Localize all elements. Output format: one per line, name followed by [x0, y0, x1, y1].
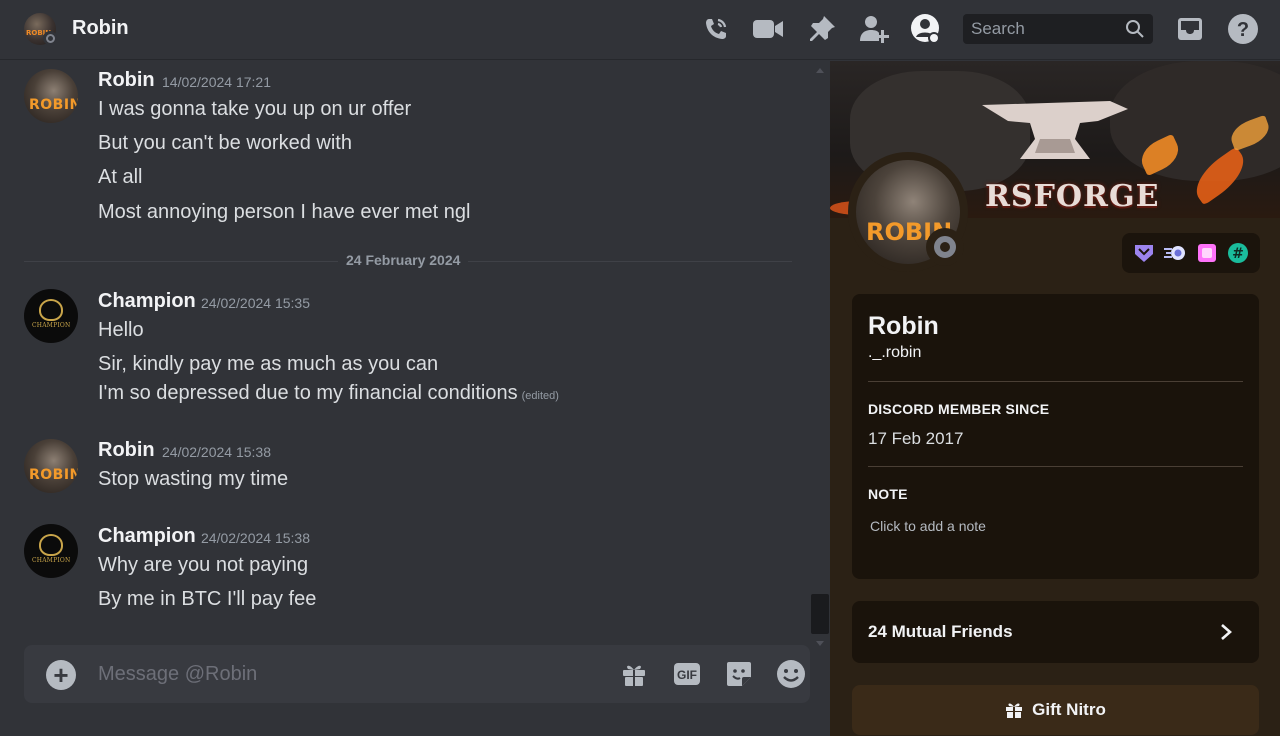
avatar[interactable]: ROBIN [24, 439, 78, 493]
hashtag-badge-icon[interactable]: # [1226, 241, 1250, 265]
boost-badge-icon[interactable] [1195, 241, 1219, 265]
message-author[interactable]: Champion [98, 290, 196, 313]
sticker-icon[interactable] [724, 659, 754, 689]
help-icon[interactable]: ? [1227, 13, 1259, 45]
gift-nitro-button[interactable]: Gift Nitro [852, 685, 1259, 735]
message-text: At all [98, 166, 143, 188]
anvil-logo [982, 101, 1128, 159]
message-text: But you can't be worked with [98, 132, 352, 154]
user-profile-toggle-icon[interactable] [910, 13, 942, 45]
mutual-friends-row[interactable]: 24 Mutual Friends [852, 601, 1259, 663]
dm-title: Robin [72, 17, 129, 39]
svg-text:#: # [1232, 246, 1244, 262]
pin-icon[interactable] [806, 13, 838, 45]
banner-brand-text: RSFORGE [985, 179, 1160, 214]
message-text: By me in BTC I'll pay fee [98, 588, 317, 610]
date-divider-label: 24 February 2024 [338, 252, 469, 268]
add-friend-icon[interactable] [858, 13, 890, 45]
message-timestamp: 24/02/2024 15:38 [162, 444, 271, 460]
message-timestamp: 14/02/2024 17:21 [162, 74, 271, 90]
top-bar: ROBIN Robin Search ? [0, 0, 1280, 60]
avatar[interactable]: CHAMPION [24, 524, 78, 578]
message-timestamp: 24/02/2024 15:35 [201, 295, 310, 311]
search-input[interactable] [971, 19, 1121, 39]
search-box[interactable] [963, 14, 1153, 44]
profile-status-indicator [926, 228, 964, 266]
message-composer: + GIF [24, 645, 810, 703]
profile-badges: # [1122, 233, 1260, 273]
message-text: I'm so depressed due to my financial con… [98, 382, 559, 405]
gift-icon[interactable] [619, 659, 649, 689]
video-call-icon[interactable] [752, 13, 784, 45]
message-text-content: I'm so depressed due to my financial con… [98, 382, 518, 404]
message-text: Sir, kindly pay me as much as you can [98, 353, 439, 375]
chevron-right-icon [1221, 624, 1232, 640]
message-text: Why are you not paying [98, 554, 309, 576]
message-text: Hello [98, 319, 144, 341]
scrollbar-thumb[interactable] [811, 594, 829, 634]
mutual-friends-label: 24 Mutual Friends [868, 622, 1013, 641]
member-since-date: 17 Feb 2017 [868, 429, 964, 448]
avatar[interactable]: CHAMPION [24, 289, 78, 343]
attach-plus-icon[interactable]: + [46, 660, 76, 690]
gif-picker-icon[interactable]: GIF [672, 659, 702, 689]
search-icon [1126, 20, 1144, 38]
gift-nitro-label: Gift Nitro [1032, 700, 1106, 719]
message-timestamp: 24/02/2024 15:38 [201, 530, 310, 546]
message-author[interactable]: Robin [98, 439, 155, 462]
message-text: Most annoying person I have ever met ngl [98, 201, 471, 223]
message-input[interactable] [98, 659, 598, 689]
divider [868, 381, 1243, 382]
divider [868, 466, 1243, 467]
message-text: I was gonna take you up on ur offer [98, 98, 412, 120]
scroll-down-arrow[interactable] [816, 641, 824, 646]
nitro-badge-icon[interactable] [1163, 241, 1187, 265]
scroll-up-arrow[interactable] [816, 68, 824, 73]
member-since-heading: DISCORD MEMBER SINCE [868, 401, 1050, 417]
user-profile-panel: RSFORGE ROBIN # Robin ._.robin DISCORD M… [830, 61, 1280, 736]
profile-username: ._.robin [868, 344, 922, 361]
voice-call-icon[interactable] [700, 13, 732, 45]
message-author[interactable]: Champion [98, 525, 196, 548]
inbox-icon[interactable] [1174, 13, 1206, 45]
svg-text:GIF: GIF [677, 668, 697, 682]
crest-icon [39, 299, 63, 321]
crest-icon [39, 534, 63, 556]
avatar[interactable]: ROBIN [24, 69, 78, 123]
gift-icon [1006, 703, 1023, 718]
message-text: Stop wasting my time [98, 468, 289, 490]
note-input[interactable] [870, 516, 1240, 536]
edited-label: (edited) [521, 390, 559, 402]
hypesquad-badge-icon[interactable] [1132, 241, 1156, 265]
emoji-icon[interactable] [776, 659, 806, 689]
note-heading: NOTE [868, 486, 908, 502]
profile-display-name: Robin [868, 312, 939, 340]
svg-text:?: ? [1237, 19, 1249, 41]
profile-info-card: Robin ._.robin DISCORD MEMBER SINCE 17 F… [852, 294, 1259, 579]
dm-status-indicator [43, 31, 57, 45]
message-author[interactable]: Robin [98, 69, 155, 92]
